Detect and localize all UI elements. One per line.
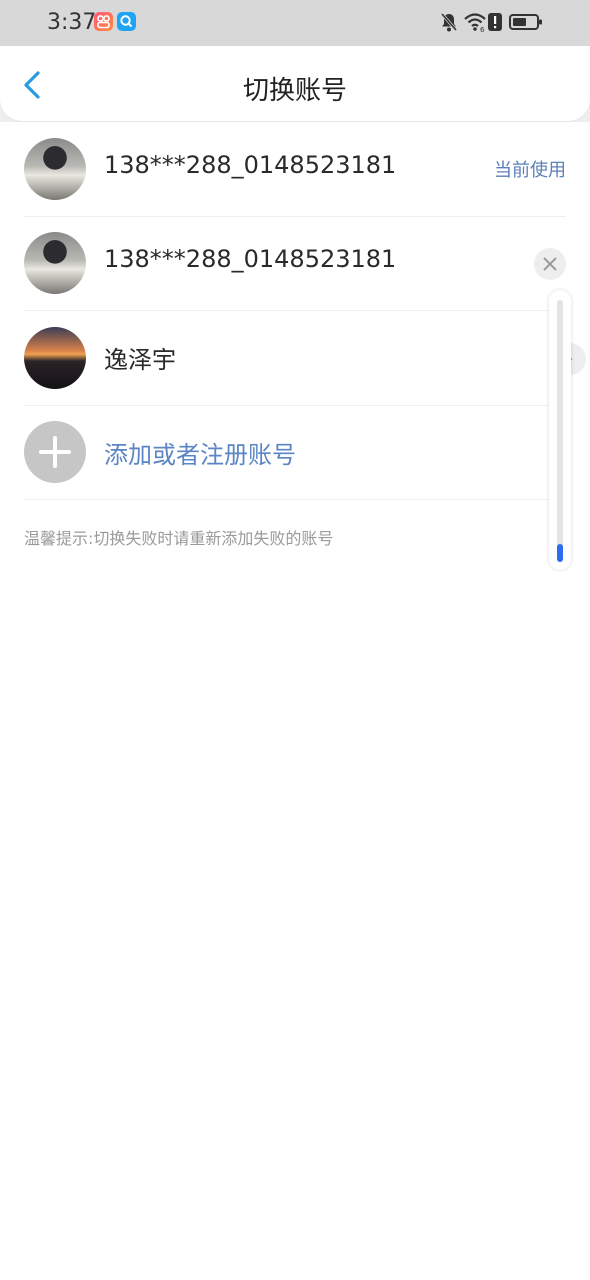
remove-account-button[interactable] bbox=[534, 248, 566, 280]
tip-text: 温馨提示:切换失败时请重新添加失败的账号 bbox=[24, 529, 334, 548]
add-account-label: 添加或者注册账号 bbox=[104, 441, 296, 469]
avatar bbox=[24, 138, 86, 200]
svg-text:6: 6 bbox=[480, 26, 485, 33]
alert-icon bbox=[487, 11, 503, 37]
account-row[interactable]: 138***288_0148523181 bbox=[24, 216, 566, 311]
add-account-row[interactable]: 添加或者注册账号 bbox=[24, 405, 566, 500]
account-name: 逸泽宇 bbox=[104, 346, 176, 374]
add-account-icon bbox=[24, 421, 86, 483]
scrollbar[interactable] bbox=[549, 290, 571, 570]
top-navigation-bar: 切换账号 bbox=[0, 46, 590, 121]
current-account-label: 当前使用 bbox=[494, 160, 566, 181]
wifi-icon: 6 bbox=[463, 11, 487, 37]
account-row[interactable]: 逸泽宇 bbox=[24, 311, 586, 406]
search-app-icon bbox=[117, 12, 136, 31]
account-name: 138***288_0148523181 bbox=[104, 245, 397, 273]
bell-muted-icon bbox=[439, 11, 459, 37]
account-row-current[interactable]: 138***288_0148523181 当前使用 bbox=[24, 122, 566, 217]
page-title: 切换账号 bbox=[242, 76, 347, 106]
status-time: 3:37 bbox=[47, 10, 97, 35]
battery-icon bbox=[509, 11, 543, 37]
plus-icon bbox=[39, 436, 71, 468]
app-badge-red-icon bbox=[94, 12, 113, 31]
avatar bbox=[24, 327, 86, 389]
scrollbar-thumb[interactable] bbox=[557, 544, 563, 562]
close-icon bbox=[543, 257, 557, 271]
avatar bbox=[24, 232, 86, 294]
status-bar: 3:37 6 bbox=[0, 0, 590, 46]
scrollbar-track bbox=[557, 300, 563, 562]
account-name: 138***288_0148523181 bbox=[104, 151, 397, 179]
